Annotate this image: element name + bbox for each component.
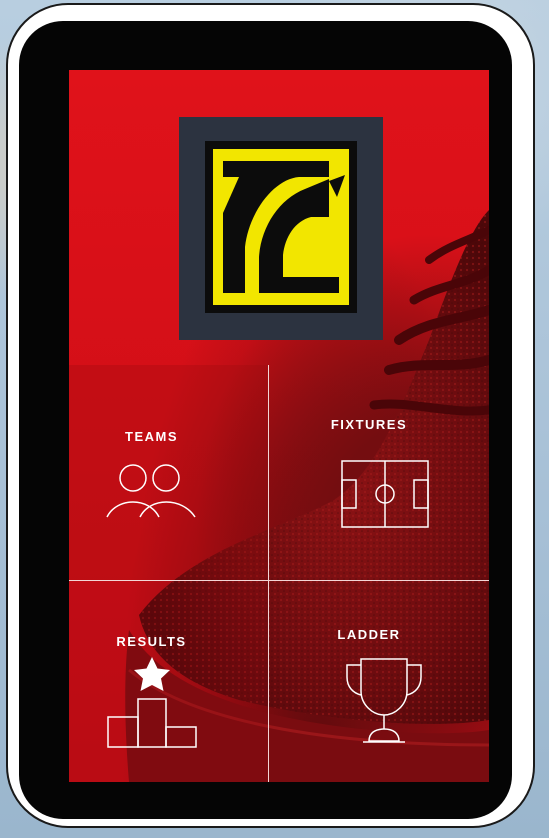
club-logo bbox=[179, 117, 383, 340]
grid-divider-vertical bbox=[268, 365, 269, 782]
people-icon bbox=[106, 464, 196, 518]
teams-label: TEAMS bbox=[125, 429, 178, 444]
trophy-icon bbox=[346, 658, 422, 743]
fixtures-label: FIXTURES bbox=[330, 417, 408, 432]
ladder-label: LADDER bbox=[337, 627, 401, 642]
teams-tile[interactable]: TEAMS bbox=[69, 365, 268, 580]
podium-star-icon bbox=[107, 657, 197, 748]
ladder-tile[interactable]: LADDER bbox=[269, 581, 489, 782]
pitch-icon bbox=[341, 460, 429, 528]
grid-divider-horizontal bbox=[69, 580, 489, 581]
results-tile[interactable]: RESULTS bbox=[69, 581, 268, 782]
fixtures-tile[interactable]: FIXTURES bbox=[269, 365, 489, 580]
results-label: RESULTS bbox=[116, 634, 187, 649]
main-menu-grid: TEAMS FIXTURES RESULTS LADDER bbox=[69, 365, 489, 782]
club-logo-icon bbox=[205, 141, 357, 313]
app-screen: TEAMS FIXTURES RESULTS LADDER bbox=[69, 70, 489, 782]
